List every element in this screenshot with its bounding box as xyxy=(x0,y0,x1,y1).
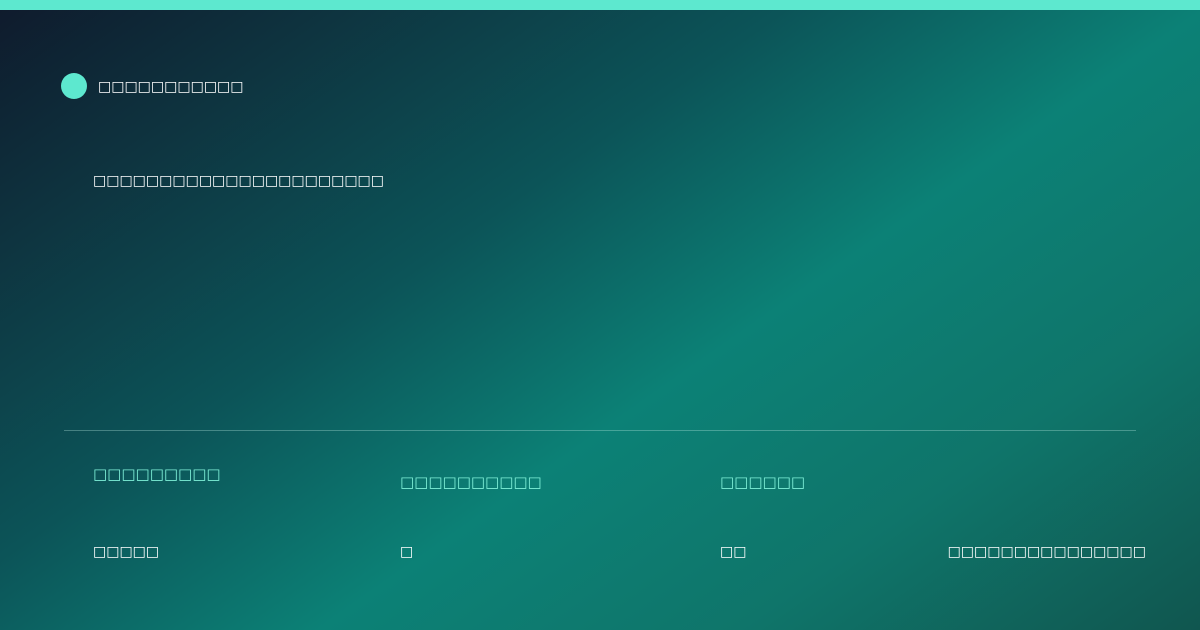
stat-label-2: □□□□□□□□□□ xyxy=(400,473,542,491)
brand-name: □□□□□□□□□□□ xyxy=(98,79,244,95)
brand-logo-icon xyxy=(61,73,87,99)
stat-label-3: □□□□□□ xyxy=(720,473,806,491)
stat-label-1: □□□□□□□□□ xyxy=(93,465,221,483)
footer-note: □□□□□□□□□□□□□□□ xyxy=(947,544,1146,560)
stat-value-1: □□□□□ xyxy=(93,544,160,560)
top-accent-bar xyxy=(0,0,1200,10)
stat-value-2: □ xyxy=(400,544,414,560)
section-divider xyxy=(64,430,1136,431)
page-headline: □□□□□□□□□□□□□□□□□□□□□□ xyxy=(93,173,385,189)
stat-value-3: □□ xyxy=(720,544,747,560)
